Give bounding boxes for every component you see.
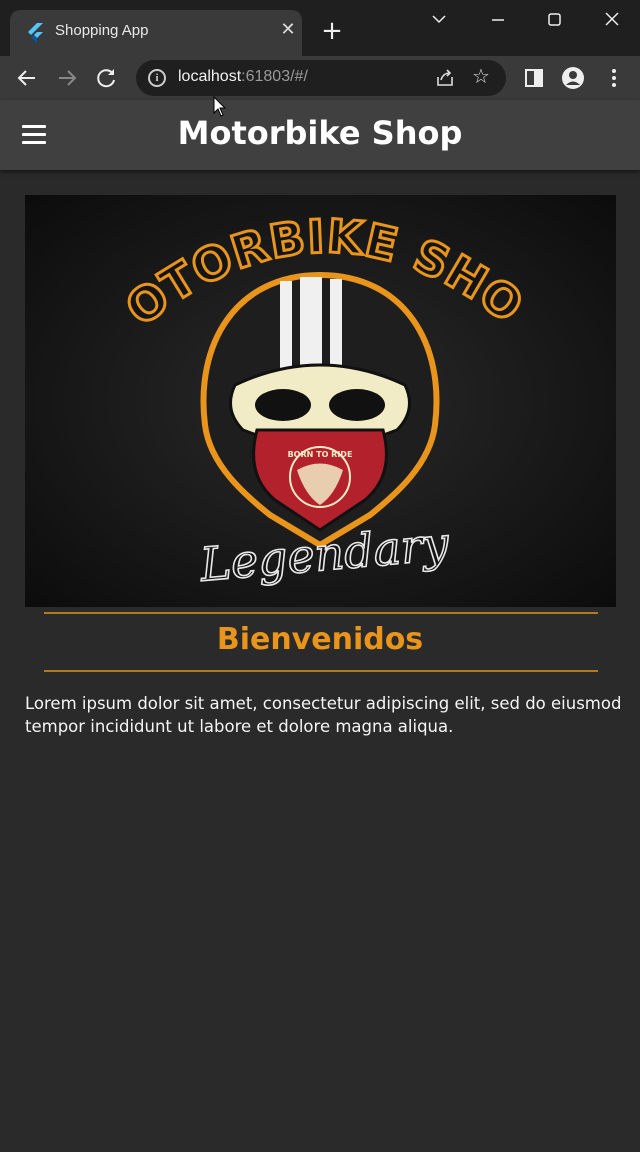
more-options-icon[interactable] — [600, 64, 628, 92]
browser-toolbar: i localhost:61803/#/ ☆ — [0, 56, 640, 100]
close-window-icon[interactable] — [598, 6, 626, 34]
back-arrow-icon[interactable] — [13, 64, 41, 92]
mouse-cursor-icon — [213, 96, 227, 117]
body-paragraph: Lorem ipsum dolor sit amet, consectetur … — [25, 694, 622, 736]
flutter-icon — [28, 23, 43, 43]
app-title: Motorbike Shop — [177, 114, 463, 152]
browser-tab-bar: Shopping App ✕ + — [0, 0, 640, 56]
browser-tab[interactable]: Shopping App ✕ — [10, 10, 302, 56]
side-panel-icon[interactable] — [520, 64, 548, 92]
share-icon[interactable] — [434, 67, 456, 89]
minimize-icon[interactable] — [484, 6, 512, 34]
forward-arrow-icon[interactable] — [53, 64, 81, 92]
app-bar: Motorbike Shop — [0, 100, 640, 170]
bookmark-star-icon[interactable]: ☆ — [472, 65, 494, 87]
new-tab-button[interactable]: + — [318, 18, 346, 46]
top-divider — [44, 612, 598, 614]
reload-icon[interactable] — [93, 64, 121, 92]
maximize-icon[interactable] — [540, 6, 568, 34]
chevron-down-icon[interactable] — [425, 6, 453, 34]
tab-title: Shopping App — [55, 22, 149, 39]
profile-avatar-icon[interactable] — [559, 64, 587, 92]
url-text: localhost:61803/#/ — [178, 68, 308, 85]
motorbike-shop-logo-banner: MOTORBIKE SHOP BORN TO RIDE Legendary — [25, 195, 616, 607]
site-info-icon[interactable]: i — [148, 69, 166, 87]
tab-close-icon[interactable]: ✕ — [278, 20, 298, 40]
bandana-text: BORN TO RIDE — [288, 450, 353, 459]
address-bar[interactable]: i localhost:61803/#/ ☆ — [136, 60, 506, 96]
bottom-divider — [44, 670, 598, 672]
welcome-heading: Bienvenidos — [216, 622, 424, 657]
